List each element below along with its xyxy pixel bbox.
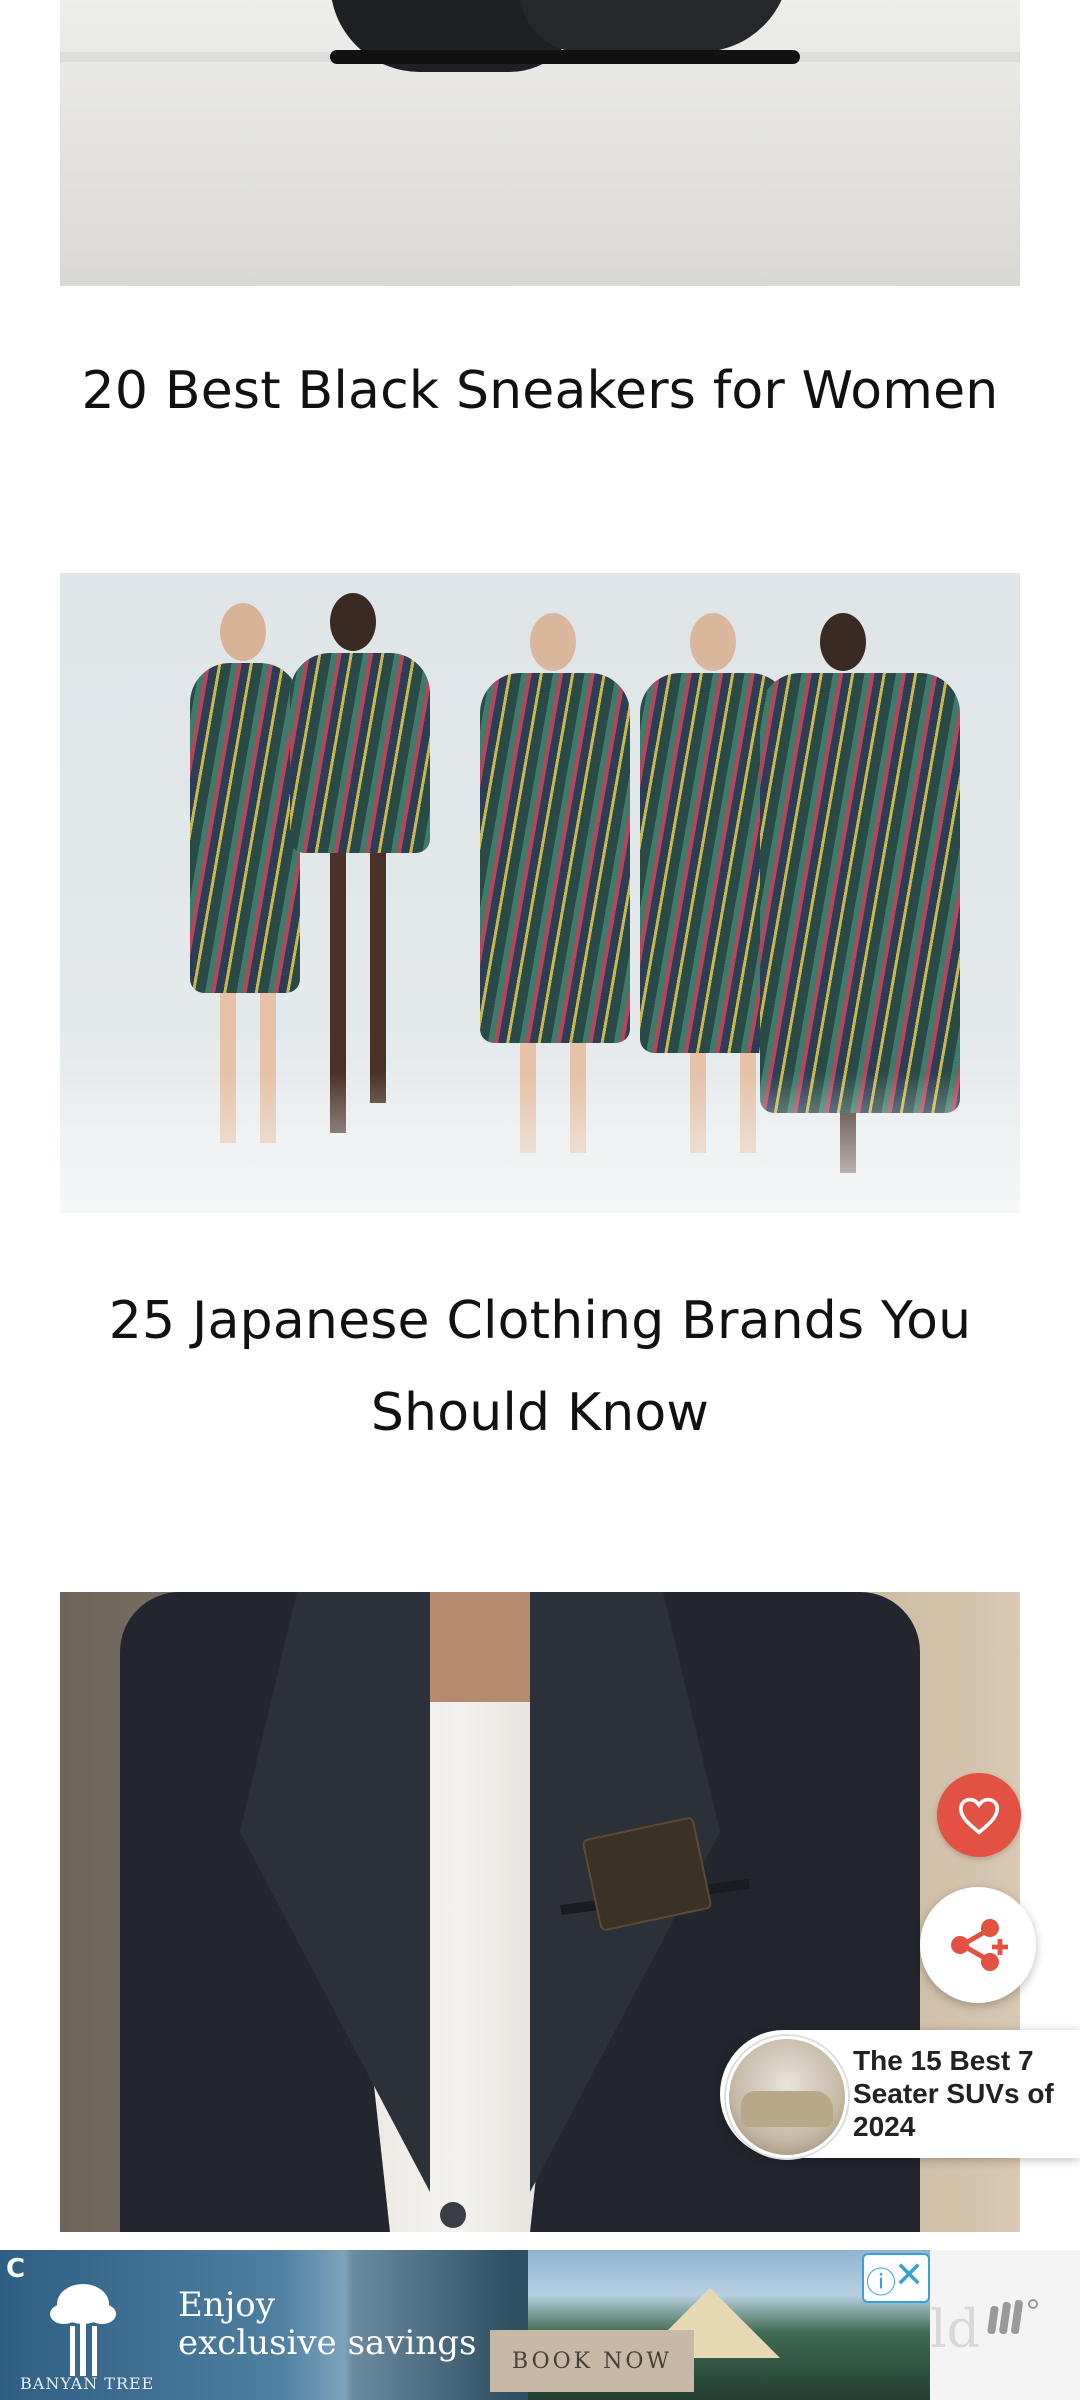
ad-info-icon[interactable]: ⓘ [866,2258,896,2302]
suv-car [741,2091,833,2127]
article-image-black-sneakers[interactable] [60,0,1020,286]
jacket-button [440,2202,466,2228]
share-icon [951,1919,1008,1971]
ad-headline-line2: exclusive savings [178,2323,477,2363]
article-title-japanese-brands[interactable]: 25 Japanese Clothing Brands You Should K… [60,1275,1020,1459]
recommended-article-title: The 15 Best 7 Seater SUVs of 2024 [853,2045,1054,2142]
site-logo-icon [987,2299,1038,2335]
ad-book-now-button[interactable]: BOOK NOW [490,2330,694,2392]
sneaker-sole [330,50,800,64]
ad-headline-line1: Enjoy [178,2285,275,2325]
favorite-button[interactable] [937,1773,1021,1857]
ad-close-icon[interactable]: ✕ [894,2255,924,2296]
article-image-japanese-fashion[interactable] [60,573,1020,1213]
sneaker-right [520,0,790,52]
ad-banner[interactable]: BANYAN TREE Enjoy exclusive savings BOOK… [0,2250,930,2400]
article-title-black-sneakers[interactable]: 20 Best Black Sneakers for Women [60,345,1020,437]
ad-brand-name: BANYAN TREE [20,2374,155,2393]
ad-headline: Enjoy exclusive savings [178,2286,476,2362]
ad-corner-badge: C [6,2254,26,2284]
share-button[interactable] [920,1887,1036,2003]
recommended-article-card[interactable]: The 15 Best 7 Seater SUVs of 2024 [720,2030,1080,2158]
heart-icon [958,1797,1000,1835]
suv-thumbnail [726,2036,848,2158]
studio-floor [60,1073,1020,1213]
site-footer-text: ld [930,2300,980,2360]
